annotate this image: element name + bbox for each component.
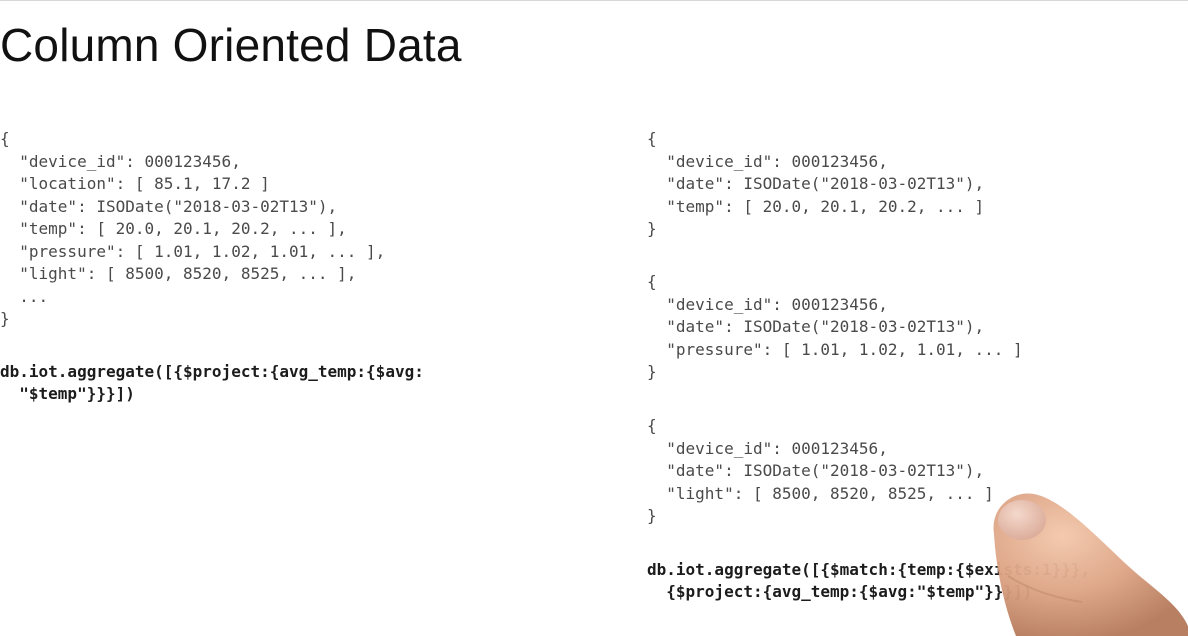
code-line: "device_id": 000123456, <box>647 438 888 458</box>
query-line: db.iot.aggregate([{$project:{avg_temp:{$… <box>0 362 424 381</box>
code-line: "location": [ 85.1, 17.2 ] <box>0 174 270 193</box>
code-line: "device_id": 000123456, <box>0 151 241 171</box>
code-line: "pressure": [ 1.01, 1.02, 1.01, ... ] <box>647 339 1023 359</box>
right-json-document-light: { "device_id": 000123456, "date": ISODat… <box>647 415 994 528</box>
query-line: {$project:{avg_temp:{$avg:"$temp"}}}]) <box>647 582 1033 601</box>
code-line: } <box>647 506 657 525</box>
query-line: db.iot.aggregate([{$match:{temp:{$exists… <box>647 560 1091 579</box>
slide-title: Column Oriented Data <box>0 19 462 71</box>
left-json-document: { "device_id": 000123456, "location": [ … <box>0 128 385 331</box>
code-line: "light": [ 8500, 8520, 8525, ... ] <box>647 483 994 503</box>
right-json-document-pressure: { "device_id": 000123456, "date": ISODat… <box>647 271 1023 384</box>
left-aggregate-query: db.iot.aggregate([{$project:{avg_temp:{$… <box>0 361 424 405</box>
code-line: "temp": [ 20.0, 20.1, 20.2, ... ], <box>0 219 347 238</box>
right-aggregate-query: db.iot.aggregate([{$match:{temp:{$exists… <box>647 559 1090 603</box>
code-line: } <box>647 219 657 238</box>
query-line: "$temp"}}}]) <box>0 384 135 403</box>
code-line: "pressure": [ 1.01, 1.02, 1.01, ... ], <box>0 241 386 261</box>
code-line: "date": ISODate("2018-03-02T13"), <box>647 174 985 193</box>
right-json-document-temp: { "device_id": 000123456, "date": ISODat… <box>647 128 984 241</box>
code-line: "date": ISODate("2018-03-02T13"), <box>647 461 985 480</box>
code-line: { <box>647 416 657 435</box>
code-line: } <box>647 362 657 381</box>
code-line: { <box>647 129 657 148</box>
code-line: "light": [ 8500, 8520, 8525, ... ], <box>0 264 357 283</box>
code-line: "temp": [ 20.0, 20.1, 20.2, ... ] <box>647 196 985 216</box>
code-line: { <box>647 272 657 291</box>
code-line: "device_id": 000123456, <box>647 294 888 314</box>
code-line: "date": ISODate("2018-03-02T13"), <box>0 196 338 216</box>
code-line: { <box>0 129 10 148</box>
code-line: ... <box>0 286 49 306</box>
code-line: "date": ISODate("2018-03-02T13"), <box>647 317 985 336</box>
top-divider <box>0 0 1188 1</box>
code-line: } <box>0 309 10 328</box>
code-line: "device_id": 000123456, <box>647 151 888 171</box>
